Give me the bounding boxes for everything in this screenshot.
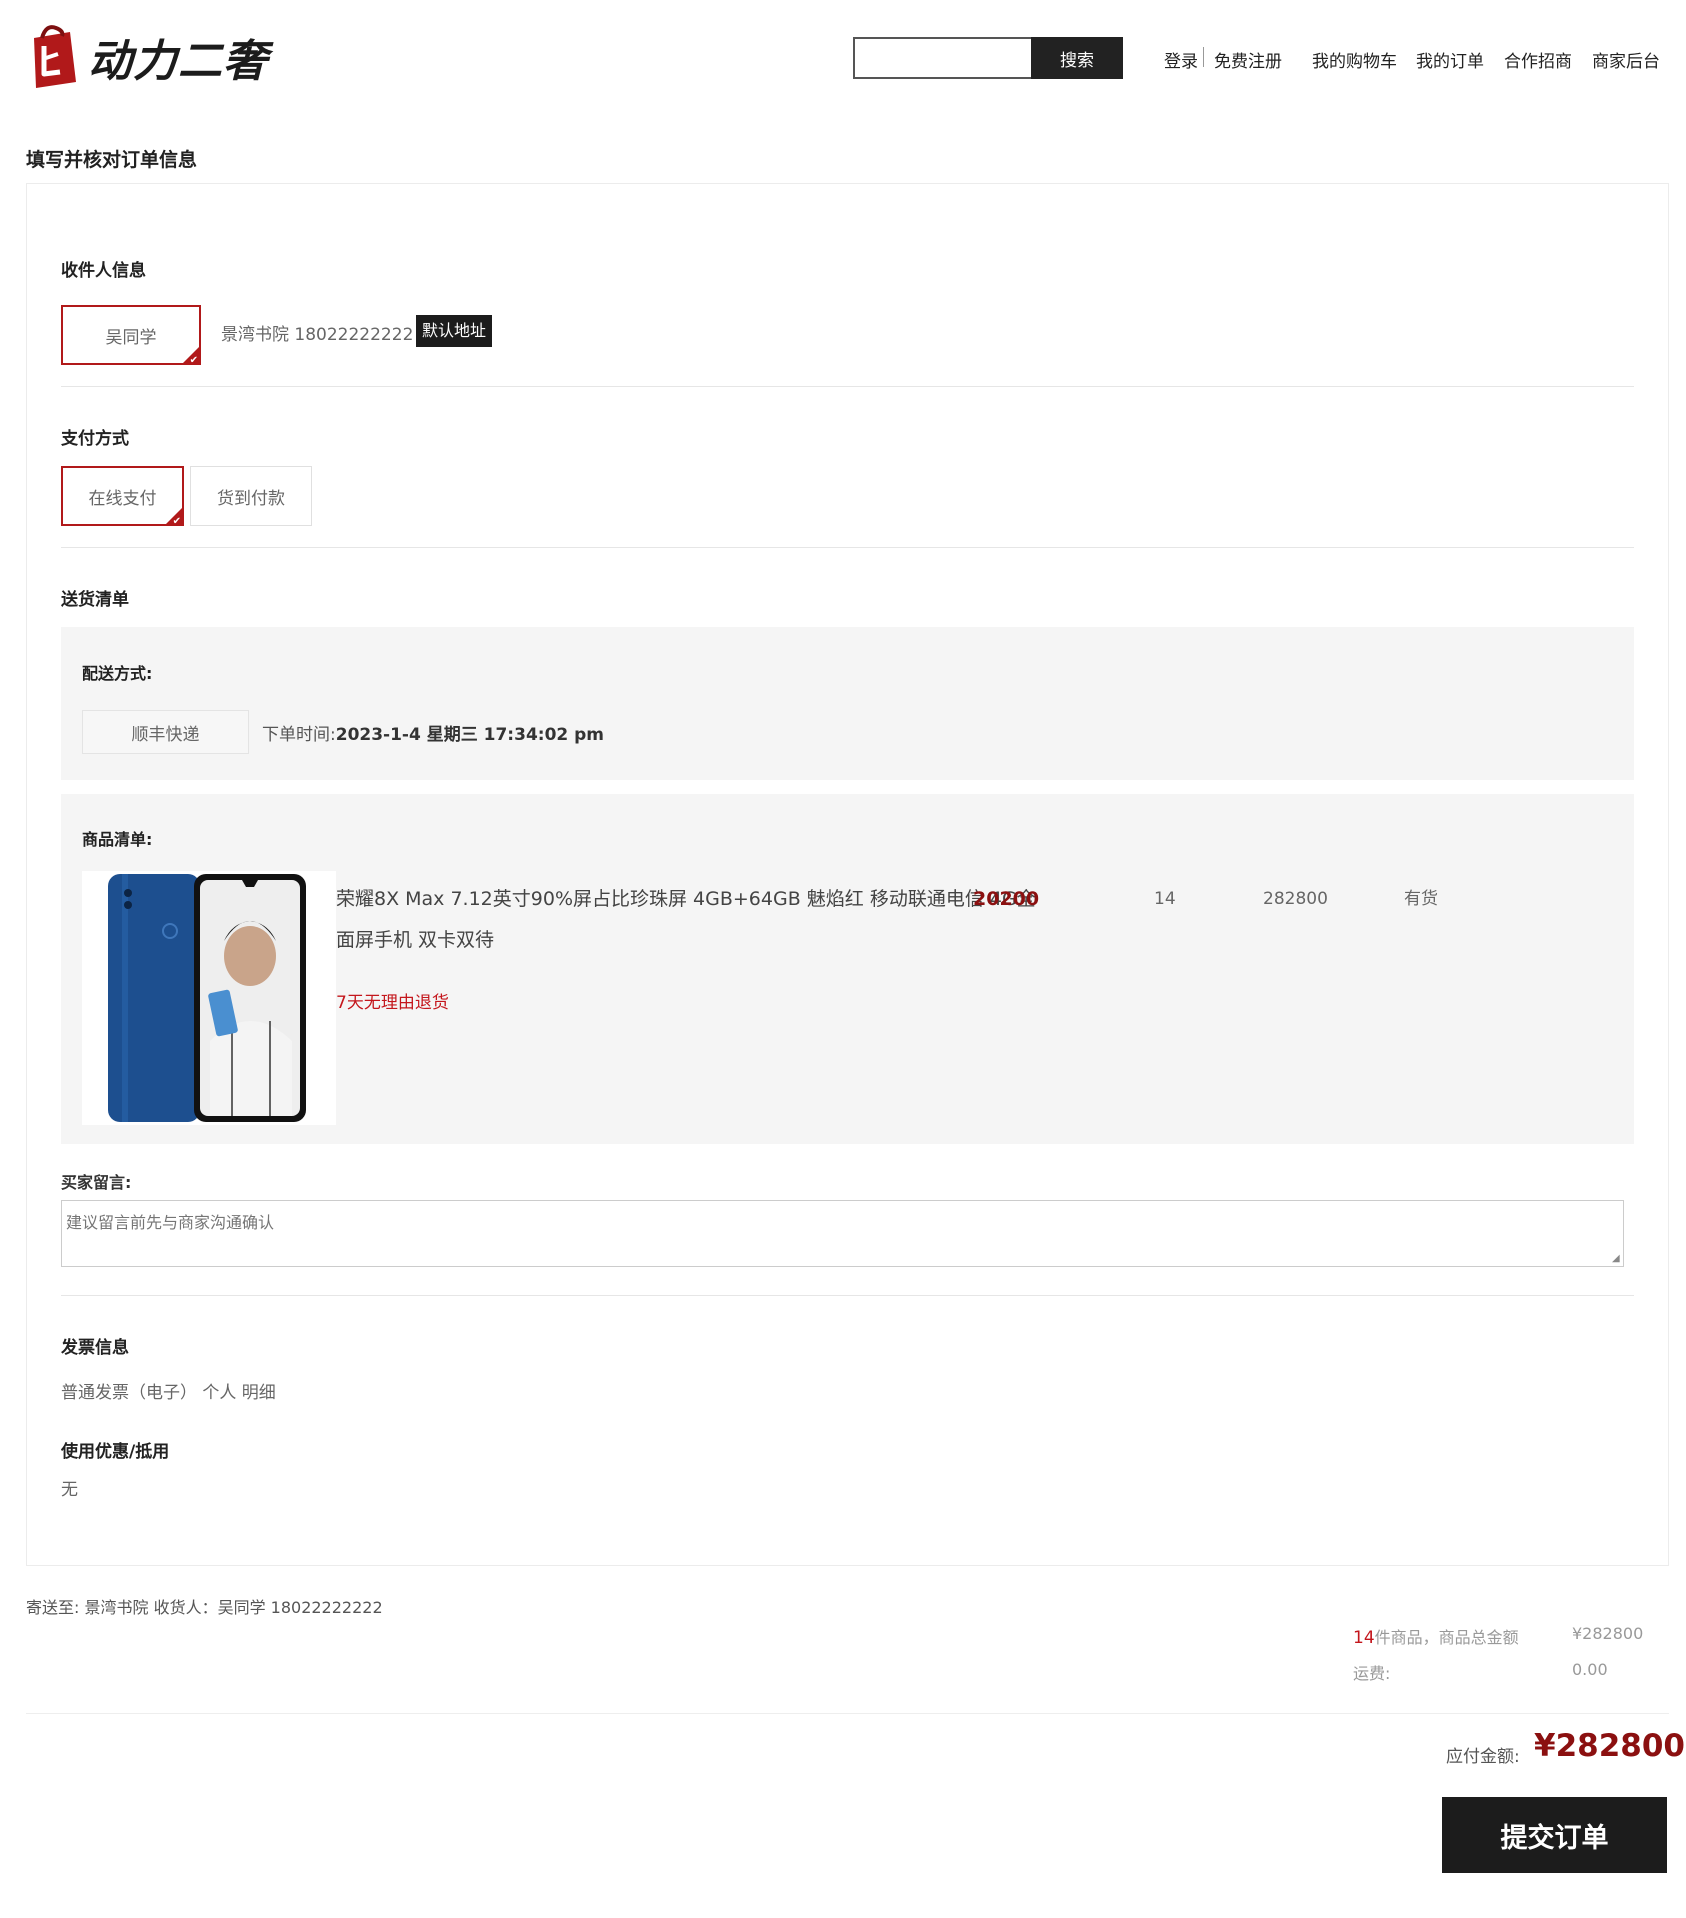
order-time-label: 下单时间:	[262, 725, 336, 745]
submit-order-button[interactable]: 提交订单	[1442, 1797, 1667, 1873]
product-stock: 有货	[1404, 889, 1438, 909]
product-price: 20200	[973, 888, 1040, 910]
message-label: 买家留言:	[61, 1173, 132, 1192]
check-icon: ✔	[172, 516, 181, 527]
resize-handle-icon[interactable]: ◢	[1612, 1253, 1620, 1264]
brand-logo[interactable]: 动力二奢	[24, 24, 268, 90]
section-divider	[61, 547, 1634, 548]
shopping-bag-icon	[24, 24, 80, 90]
ship-to-info: 寄送至: 景湾书院 收货人：吴同学 18022222222	[26, 1598, 383, 1617]
merchant-link[interactable]: 商家后台	[1592, 47, 1660, 72]
goods-count-label: 件商品，商品总金额	[1374, 1628, 1519, 1647]
receiver-option-selected[interactable]: 吴同学 ✔	[61, 305, 201, 366]
summary-divider	[26, 1713, 1669, 1714]
goods-total: ¥282800	[1572, 1624, 1644, 1643]
delivery-section-title: 送货清单	[61, 590, 129, 610]
coupon-value: 无	[61, 1480, 78, 1500]
buyer-message-field[interactable]	[61, 1200, 1624, 1267]
freight-value: 0.00	[1572, 1660, 1608, 1679]
payable-amount: ¥282800	[1534, 1728, 1685, 1764]
partners-link[interactable]: 合作招商	[1504, 47, 1572, 72]
payment-option-cod[interactable]: 货到付款	[190, 466, 312, 526]
shipping-panel	[61, 627, 1634, 780]
coupon-section-title: 使用优惠/抵用	[61, 1442, 170, 1462]
payment-section-title: 支付方式	[61, 429, 129, 449]
product-name[interactable]: 荣耀8X Max 7.12英寸90%屏占比珍珠屏 4GB+64GB 魅焰红 移动…	[336, 879, 1036, 961]
payment-option-online[interactable]: 在线支付 ✔	[61, 466, 184, 527]
default-address-badge: 默认地址	[416, 315, 493, 347]
login-link[interactable]: 登录	[1164, 47, 1198, 72]
goods-count-row: 14件商品，商品总金额	[1353, 1624, 1519, 1648]
order-time: 下单时间:2023-1-4 星期三 17:34:02 pm	[262, 720, 604, 745]
invoice-info[interactable]: 普通发票（电子） 个人 明细	[61, 1378, 276, 1403]
phone-product-image[interactable]	[82, 871, 336, 1125]
register-link[interactable]: 免费注册	[1214, 47, 1282, 72]
check-icon: ✔	[189, 355, 198, 366]
search-bar: 搜索	[853, 37, 1123, 79]
orders-link[interactable]: 我的订单	[1416, 47, 1484, 72]
cart-link[interactable]: 我的购物车	[1312, 47, 1397, 72]
payment-option-label: 在线支付	[88, 488, 157, 509]
nav-divider	[1203, 47, 1204, 67]
order-time-value: 2023-1-4 星期三 17:34:02 pm	[335, 725, 605, 745]
return-policy: 7天无理由退货	[336, 993, 449, 1013]
items-label: 商品清单:	[82, 830, 153, 849]
shipping-method-label: 配送方式:	[82, 664, 153, 683]
shipping-method-button[interactable]: 顺丰快递	[82, 710, 249, 754]
page-title: 填写并核对订单信息	[26, 149, 198, 171]
invoice-section-title: 发票信息	[61, 1338, 129, 1358]
freight-label: 运费:	[1353, 1664, 1391, 1683]
product-subtotal: 282800	[1263, 889, 1328, 909]
search-input[interactable]	[853, 37, 1031, 79]
brand-name: 动力二奢	[88, 36, 268, 87]
product-quantity: 14	[1154, 889, 1176, 909]
goods-count: 14	[1353, 1628, 1375, 1648]
payment-option-label: 货到付款	[217, 488, 285, 509]
section-divider	[61, 386, 1634, 387]
section-divider	[61, 1295, 1634, 1296]
receiver-address: 景湾书院 18022222222	[221, 325, 414, 345]
payable-label: 应付金额:	[1446, 1747, 1520, 1767]
search-button[interactable]: 搜索	[1031, 37, 1123, 79]
receiver-section-title: 收件人信息	[61, 261, 146, 281]
receiver-name: 吴同学	[105, 327, 157, 348]
